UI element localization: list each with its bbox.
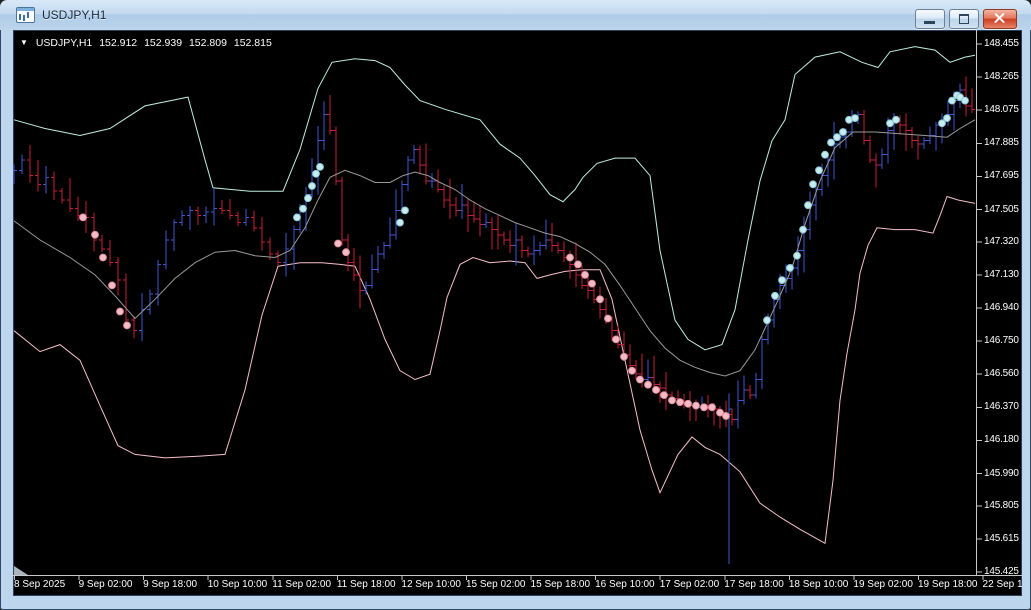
- time-label: 8 Sep 2025: [14, 579, 66, 590]
- info-low: 152.809: [188, 37, 227, 49]
- time-label: 15 Sep 18:00: [530, 579, 591, 590]
- time-label: 15 Sep 02:00: [465, 579, 526, 590]
- chart-plot-area[interactable]: [13, 30, 1022, 596]
- time-scale[interactable]: 8 Sep 2025 9 Sep 02:00 9 Sep 18:00 10 Sep 1…: [13, 577, 1022, 596]
- time-label: 18 Sep 10:00: [788, 579, 849, 590]
- price-label: 147.320: [984, 235, 1019, 247]
- mt4-chart-window: USDJPY,H1 ▼ USDJPY,H1 152.912 152.939 15…: [0, 0, 1031, 610]
- price-label: 146.560: [984, 368, 1019, 380]
- window-titlebar[interactable]: USDJPY,H1: [0, 0, 1031, 30]
- info-close: 152.815: [233, 37, 272, 49]
- minimize-button[interactable]: [915, 9, 945, 29]
- time-label: 17 Sep 18:00: [724, 579, 784, 590]
- restore-button[interactable]: [949, 9, 979, 29]
- time-label: 9 Sep 18:00: [143, 579, 198, 590]
- time-label: 11 Sep 18:00: [336, 579, 396, 590]
- time-label: 9 Sep 02:00: [78, 579, 133, 590]
- price-label: 146.940: [984, 302, 1019, 313]
- chart-window-icon[interactable]: [16, 7, 35, 23]
- price-label: 147.885: [984, 137, 1019, 149]
- price-scale[interactable]: 148.455 148.265 148.075 147.885 147.695 147.5…: [983, 30, 1022, 577]
- price-label: 146.750: [984, 335, 1019, 347]
- price-label: 146.180: [984, 434, 1019, 446]
- time-label: 10 Sep 10:00: [207, 579, 268, 590]
- expander-icon[interactable]: ▼: [20, 38, 28, 47]
- price-label: 145.990: [984, 467, 1019, 479]
- price-label: 147.130: [984, 268, 1019, 280]
- price-label: 147.505: [984, 203, 1019, 215]
- ohlc-info-line: ▼ USDJPY,H1 152.912 152.939 152.809 152.…: [20, 37, 276, 49]
- price-label: 145.425: [984, 566, 1019, 577]
- price-label: 146.370: [984, 401, 1019, 413]
- price-label: 145.615: [984, 532, 1019, 544]
- time-label: 12 Sep 10:00: [401, 579, 461, 590]
- info-symbol: USDJPY,H1: [35, 37, 93, 49]
- time-label: 16 Sep 10:00: [595, 579, 655, 590]
- info-open: 152.912: [99, 37, 138, 49]
- time-label: 19 Sep 18:00: [917, 579, 978, 590]
- price-label: 148.265: [984, 71, 1019, 83]
- time-label: 17 Sep 02:00: [659, 579, 720, 590]
- price-label: 147.695: [984, 170, 1019, 182]
- time-label: 19 Sep 02:00: [853, 579, 913, 590]
- window-title: USDJPY,H1: [42, 8, 107, 22]
- restore-icon: [959, 14, 969, 24]
- info-high: 152.939: [144, 37, 183, 49]
- price-label: 148.075: [984, 104, 1019, 116]
- time-label: 11 Sep 02:00: [272, 579, 332, 590]
- close-button[interactable]: [983, 9, 1017, 29]
- time-label: 22 Sep 10:00: [982, 579, 1022, 590]
- price-label: 148.455: [984, 38, 1019, 49]
- minimize-icon: [924, 21, 935, 24]
- price-label: 145.805: [984, 499, 1019, 511]
